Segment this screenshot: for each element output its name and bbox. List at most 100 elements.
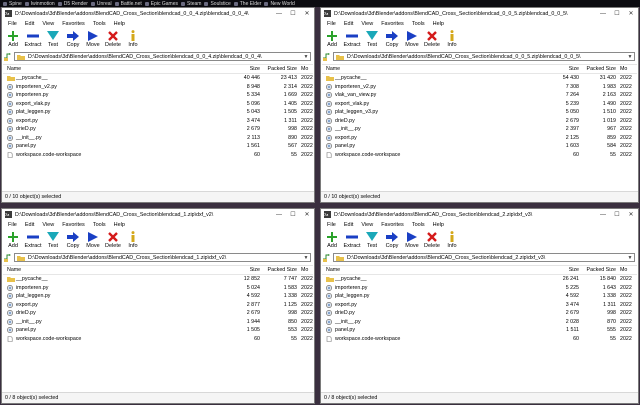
- column-modified[interactable]: Mo: [299, 66, 313, 72]
- menu-file[interactable]: File: [323, 222, 340, 228]
- column-packed-size[interactable]: Packed Size: [581, 66, 618, 72]
- column-modified[interactable]: Mo: [618, 66, 632, 72]
- column-size[interactable]: Size: [235, 66, 262, 72]
- taskbar-app[interactable]: Steam: [178, 1, 201, 7]
- menu-edit[interactable]: Edit: [340, 21, 357, 27]
- taskbar-app[interactable]: The Elder: [231, 1, 261, 7]
- taskbar-app[interactable]: Unreal: [88, 1, 112, 7]
- list-item[interactable]: plat_leggen.py 4 592 1 338 2022: [3, 292, 313, 301]
- test-button[interactable]: Test: [362, 230, 382, 249]
- list-item[interactable]: workspace.code-workspace 60 55 2022: [3, 151, 313, 160]
- menu-edit[interactable]: Edit: [340, 222, 357, 228]
- list-item[interactable]: __init__.py 2 113 890 2022: [3, 134, 313, 143]
- copy-button[interactable]: Copy: [63, 29, 83, 48]
- list-item[interactable]: workspace.code-workspace 60 55 2022: [322, 335, 637, 344]
- move-button[interactable]: Move: [83, 230, 103, 249]
- menu-favorites[interactable]: Favorites: [58, 21, 89, 27]
- menu-view[interactable]: View: [38, 21, 58, 27]
- chevron-down-icon[interactable]: ▼: [626, 54, 634, 60]
- menu-tools[interactable]: Tools: [89, 222, 110, 228]
- column-name[interactable]: Name: [322, 66, 554, 72]
- menu-tools[interactable]: Tools: [89, 21, 110, 27]
- close-button[interactable]: ✕: [624, 209, 638, 220]
- list-item[interactable]: drieD.py 2 679 998 2022: [322, 309, 637, 318]
- menu-tools[interactable]: Tools: [408, 21, 429, 27]
- column-size[interactable]: Size: [554, 66, 581, 72]
- list-item[interactable]: importeren.py 5 225 1 643 2022: [322, 284, 637, 293]
- menu-edit[interactable]: Edit: [21, 21, 38, 27]
- column-modified[interactable]: Mo: [299, 267, 313, 273]
- delete-button[interactable]: Delete: [103, 29, 123, 48]
- taskbar-app[interactable]: New World: [261, 1, 295, 7]
- folder-up-icon[interactable]: [323, 52, 330, 61]
- path-field[interactable]: D:\Downloads\3d\Blender\addons\BlendCAD_…: [14, 52, 311, 61]
- menu-tools[interactable]: Tools: [408, 222, 429, 228]
- move-button[interactable]: Move: [83, 29, 103, 48]
- list-item[interactable]: workspace.code-workspace 60 55 2022: [3, 335, 313, 344]
- menu-favorites[interactable]: Favorites: [377, 21, 408, 27]
- list-item[interactable]: export_vlak.py 5 239 1 490 2022: [322, 100, 637, 109]
- list-item[interactable]: __pycache__ 40 446 23 413 2022: [3, 74, 313, 83]
- minimize-button[interactable]: —: [272, 8, 286, 19]
- test-button[interactable]: Test: [362, 29, 382, 48]
- taskbar-app[interactable]: Iwinmotion: [22, 1, 55, 7]
- maximize-button[interactable]: ☐: [610, 209, 624, 220]
- info-button[interactable]: Info: [442, 29, 462, 48]
- maximize-button[interactable]: ☐: [610, 8, 624, 19]
- column-packed-size[interactable]: Packed Size: [262, 66, 299, 72]
- list-item[interactable]: plat_leggen_v3.py 5 050 1 510 2022: [322, 108, 637, 117]
- add-button[interactable]: Add: [322, 230, 342, 249]
- taskbar-app[interactable]: D5 Render: [55, 1, 88, 7]
- menu-file[interactable]: File: [4, 222, 21, 228]
- close-button[interactable]: ✕: [300, 209, 314, 220]
- chevron-down-icon[interactable]: ▼: [302, 54, 310, 60]
- list-item[interactable]: panel.py 1 505 553 2022: [3, 326, 313, 335]
- move-button[interactable]: Move: [402, 29, 422, 48]
- column-packed-size[interactable]: Packed Size: [262, 267, 299, 273]
- list-item[interactable]: panel.py 1 603 584 2022: [322, 142, 637, 151]
- path-field[interactable]: D:\Downloads\3d\Blender\addons\BlendCAD_…: [333, 253, 635, 262]
- list-item[interactable]: export.py 2 125 859 2022: [322, 134, 637, 143]
- menu-favorites[interactable]: Favorites: [58, 222, 89, 228]
- copy-button[interactable]: Copy: [382, 230, 402, 249]
- list-item[interactable]: __pycache__ 54 430 31 420 2022: [322, 74, 637, 83]
- list-item[interactable]: panel.py 1 561 567 2022: [3, 142, 313, 151]
- taskbar-app[interactable]: Soulstice: [201, 1, 231, 7]
- folder-up-icon[interactable]: [323, 253, 330, 262]
- taskbar-app[interactable]: Epic Games: [142, 1, 178, 7]
- list-item[interactable]: drieD.py 2 679 1 019 2022: [322, 117, 637, 126]
- maximize-button[interactable]: ☐: [286, 209, 300, 220]
- menu-file[interactable]: File: [4, 21, 21, 27]
- folder-up-icon[interactable]: [4, 253, 11, 262]
- menu-favorites[interactable]: Favorites: [377, 222, 408, 228]
- extract-button[interactable]: Extract: [342, 230, 362, 249]
- list-item[interactable]: drieD.py 2 679 998 2022: [3, 125, 313, 134]
- list-item[interactable]: plat_leggen.py 4 592 1 338 2022: [322, 292, 637, 301]
- list-item[interactable]: __init__.py 1 944 850 2022: [3, 318, 313, 327]
- list-item[interactable]: export.py 2 877 1 125 2022: [3, 301, 313, 310]
- menu-help[interactable]: Help: [110, 222, 129, 228]
- column-name[interactable]: Name: [3, 267, 235, 273]
- info-button[interactable]: Info: [123, 230, 143, 249]
- list-item[interactable]: drieD.py 2 679 998 2022: [3, 309, 313, 318]
- copy-button[interactable]: Copy: [382, 29, 402, 48]
- path-field[interactable]: D:\Downloads\3d\Blender\addons\BlendCAD_…: [14, 253, 311, 262]
- column-packed-size[interactable]: Packed Size: [581, 267, 618, 273]
- info-button[interactable]: Info: [123, 29, 143, 48]
- column-name[interactable]: Name: [3, 66, 235, 72]
- delete-button[interactable]: Delete: [422, 29, 442, 48]
- close-button[interactable]: ✕: [300, 8, 314, 19]
- extract-button[interactable]: Extract: [23, 29, 43, 48]
- column-size[interactable]: Size: [554, 267, 581, 273]
- list-item[interactable]: importeren.py 5 334 1 669 2022: [3, 91, 313, 100]
- menu-help[interactable]: Help: [110, 21, 129, 27]
- list-item[interactable]: importeren_v2.py 7 308 1 983 2022: [322, 83, 637, 92]
- list-item[interactable]: __pycache__ 12 852 7 747 2022: [3, 275, 313, 284]
- test-button[interactable]: Test: [43, 230, 63, 249]
- list-item[interactable]: panel.py 1 511 555 2022: [322, 326, 637, 335]
- menu-view[interactable]: View: [357, 222, 377, 228]
- chevron-down-icon[interactable]: ▼: [626, 255, 634, 261]
- list-item[interactable]: vlak_van_view.py 7 264 2 163 2022: [322, 91, 637, 100]
- title-bar[interactable]: D:\Downloads\3d\Blender\addons\BlendCAD_…: [2, 209, 314, 220]
- add-button[interactable]: Add: [322, 29, 342, 48]
